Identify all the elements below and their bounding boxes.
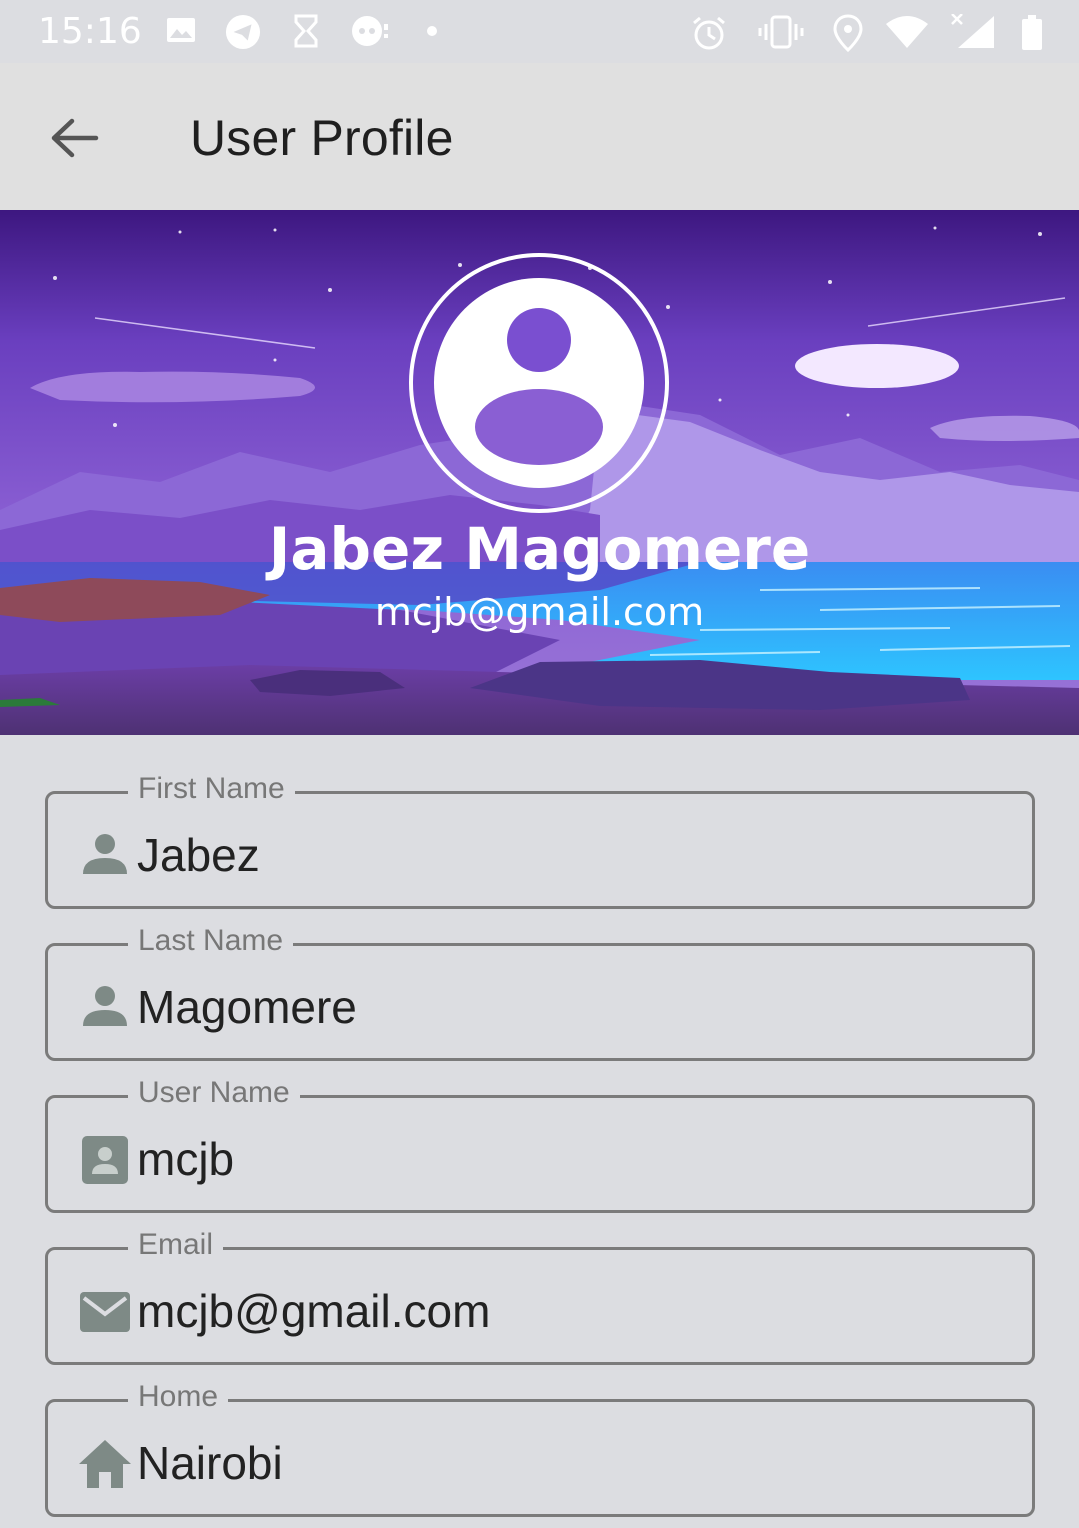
page-title: User Profile: [190, 110, 454, 166]
home-label: Home: [128, 1380, 229, 1414]
last-name-field[interactable]: Last Name: [45, 924, 1035, 1061]
status-bar: 15:16: [0, 0, 1079, 63]
signal-icon: [951, 14, 994, 48]
user-name-field[interactable]: User Name: [45, 1076, 1035, 1213]
chat-icon: [352, 16, 388, 46]
avatar[interactable]: [408, 252, 670, 514]
profile-email: mcjb@gmail.com: [374, 590, 705, 634]
app-bar: User Profile: [0, 63, 1079, 210]
profile-header-banner: Jabez Magomere mcjb@gmail.com: [0, 210, 1079, 735]
home-icon: [79, 1440, 131, 1488]
hourglass-icon: [294, 14, 318, 48]
dot-icon: [427, 26, 437, 36]
email-input[interactable]: [137, 1284, 997, 1338]
first-name-input[interactable]: [137, 828, 997, 882]
battery-icon: [1022, 15, 1042, 50]
person-icon: [83, 986, 127, 1026]
mail-icon: [80, 1292, 130, 1332]
account-box-icon: [82, 1136, 128, 1184]
home-field[interactable]: Home: [45, 1380, 1035, 1517]
telegram-icon: [225, 14, 261, 50]
user-name-input[interactable]: [137, 1132, 997, 1186]
location-icon: [833, 14, 863, 52]
last-name-label: Last Name: [128, 924, 294, 958]
wifi-icon: [886, 16, 928, 48]
last-name-input[interactable]: [137, 980, 997, 1034]
email-field[interactable]: Email: [45, 1228, 1035, 1365]
status-time: 15:16: [38, 11, 142, 52]
first-name-field[interactable]: First Name: [45, 772, 1035, 909]
first-name-label: First Name: [128, 772, 295, 806]
home-input[interactable]: [137, 1436, 997, 1490]
user-name-label: User Name: [128, 1076, 300, 1110]
image-icon: [167, 18, 195, 42]
alarm-icon: [693, 16, 725, 50]
email-label: Email: [128, 1228, 224, 1262]
profile-name: Jabez Magomere: [268, 515, 811, 583]
vibrate-icon: [758, 15, 804, 49]
person-icon: [83, 834, 127, 874]
arrow-back-icon[interactable]: [46, 111, 100, 165]
